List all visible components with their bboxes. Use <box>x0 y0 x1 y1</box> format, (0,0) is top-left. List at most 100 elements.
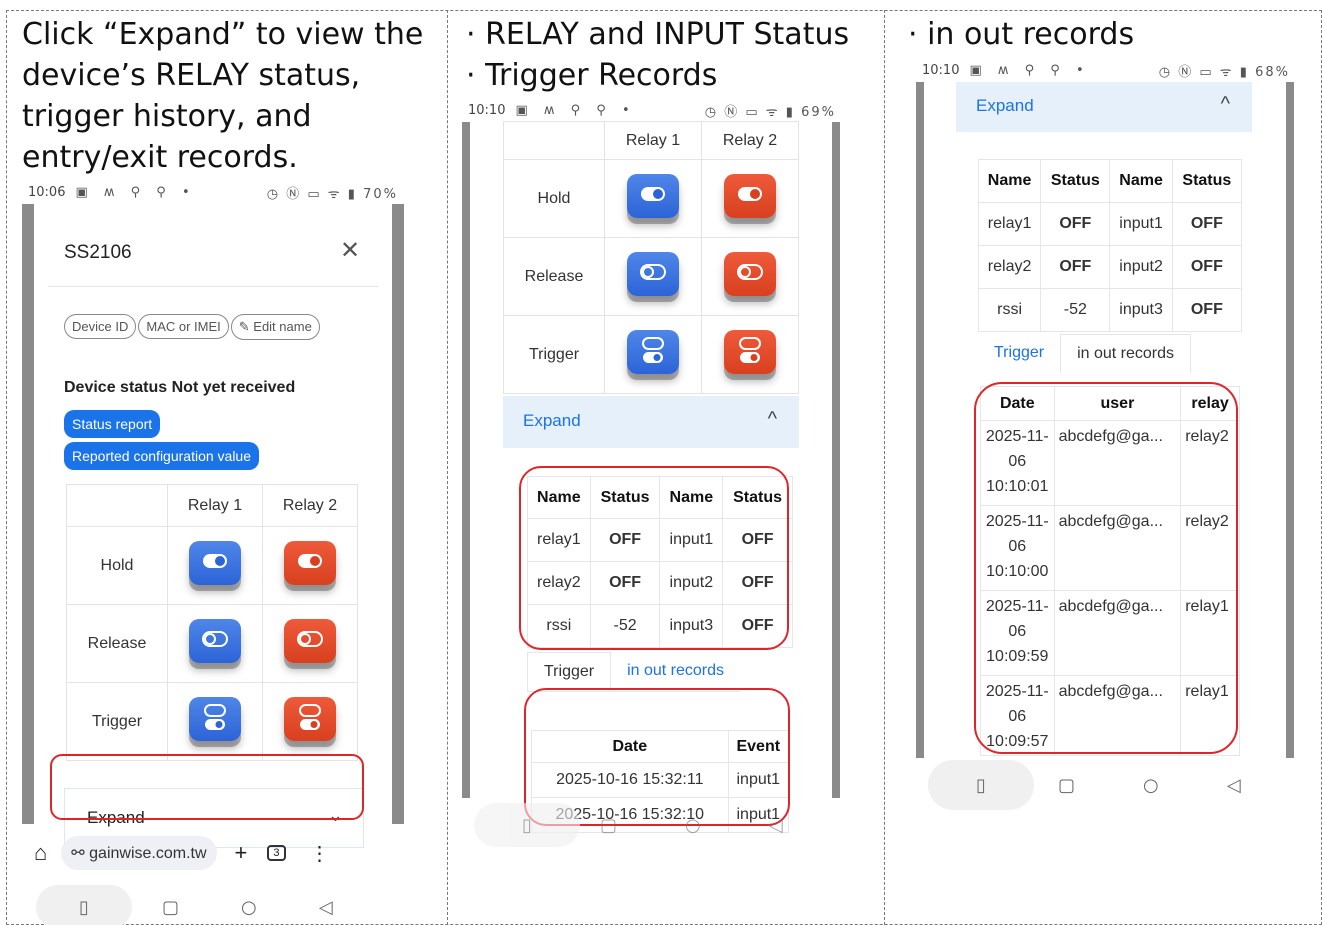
dialog-title: SS2106 <box>64 242 132 263</box>
phone-screenshot-3: 10:10 ▣ ʍ ⚲ ⚲ • ◷ Ⓝ ▭ ᯤ ▮ 68% Expand ^ N… <box>916 58 1296 818</box>
home-nav-icon[interactable]: ○ <box>241 897 257 918</box>
system-icons: ◷ Ⓝ ▭ ᯤ ▮ 70% <box>266 186 398 202</box>
expand-label: Expand <box>976 96 1034 115</box>
tab-in-out-records[interactable]: in out records <box>611 652 740 691</box>
home-nav-icon[interactable]: ○ <box>685 815 701 836</box>
status-report-label: Status report <box>64 410 161 438</box>
corner-cell <box>503 121 605 160</box>
toggle-on-icon <box>724 174 776 218</box>
relay-control-table: Relay 1 Relay 2 Hold Release Trigger <box>503 121 799 394</box>
device-dialog: SS2106 ✕ Device ID MAC or IMEI ✎ Edit name… <box>34 208 392 848</box>
status-cell: OFF <box>1040 202 1111 246</box>
status-time: 10:10 <box>922 62 960 78</box>
caption-right: · in out records <box>908 17 1135 52</box>
home-icon[interactable]: ⌂ <box>34 840 47 866</box>
tab-in-out-records[interactable]: in out records <box>1060 334 1192 373</box>
hold-relay1-button[interactable] <box>604 159 702 238</box>
backdrop <box>392 204 404 824</box>
relay-input-status-table: Name Status Name Status relay1 OFF input… <box>977 159 1243 332</box>
overview-icon[interactable]: ▢ <box>162 897 179 918</box>
recent-apps-pill[interactable]: ▯ <box>474 803 580 847</box>
row-label-hold: Hold <box>503 159 605 238</box>
status-cell: -52 <box>1040 288 1111 332</box>
toggle-pair-icon <box>284 697 336 741</box>
relay1-header: Relay 1 <box>604 121 702 160</box>
home-nav-icon[interactable]: ○ <box>1143 775 1159 796</box>
back-icon[interactable]: ◁ <box>319 897 333 918</box>
chevron-up-icon: ^ <box>1220 93 1230 115</box>
notification-icons: ▣ ʍ ⚲ ⚲ • <box>515 102 636 118</box>
row-label-hold: Hold <box>66 526 168 605</box>
system-nav-bar: ▯ ▢ ○ ◁ <box>36 884 356 925</box>
col-header: Status <box>1040 159 1111 203</box>
system-icons: ◷ Ⓝ ▭ ᯤ ▮ 68% <box>1158 64 1290 80</box>
url-bar[interactable]: ⚯ gainwise.com.tw <box>61 836 217 870</box>
status-cell: OFF <box>1171 245 1243 289</box>
tab-trigger[interactable]: Trigger <box>527 652 612 691</box>
device-id-chip[interactable]: Device ID <box>64 314 137 339</box>
site-settings-icon: ⚯ <box>71 845 90 862</box>
trigger-relay1-button[interactable] <box>167 682 263 761</box>
expand-accordion[interactable]: Expand ^ <box>503 396 799 448</box>
new-tab-icon[interactable]: + <box>235 840 248 866</box>
status-cell: OFF <box>1171 288 1243 332</box>
edit-name-chip[interactable]: ✎ Edit name <box>230 314 320 340</box>
chip-row: Device ID MAC or IMEI ✎ Edit name <box>64 314 322 340</box>
toggle-pair-icon <box>724 330 776 374</box>
hold-relay2-button[interactable] <box>262 526 358 605</box>
status-cell: input1 <box>1109 202 1173 246</box>
toggle-off-icon <box>189 619 241 663</box>
mac-imei-chip[interactable]: MAC or IMEI <box>138 314 229 339</box>
back-icon[interactable]: ◁ <box>769 815 783 836</box>
expand-accordion[interactable]: Expand ^ <box>956 82 1252 132</box>
caption-left: Click “Expand” to view the device’s RELA… <box>22 17 424 175</box>
trigger-relay2-button[interactable] <box>701 315 799 394</box>
release-relay2-button[interactable] <box>701 237 799 316</box>
browser-toolbar: ⌂ ⚯ gainwise.com.tw + 3 ⋮ <box>22 828 404 878</box>
status-cell: input2 <box>1109 245 1173 289</box>
back-icon[interactable]: ◁ <box>1227 775 1241 796</box>
reported-config-label: Reported configuration value <box>64 442 260 470</box>
corner-cell <box>66 484 168 527</box>
toggle-on-icon <box>189 541 241 585</box>
highlight-box <box>50 754 364 820</box>
trigger-relay1-button[interactable] <box>604 315 702 394</box>
records-tabs: Trigger in out records <box>527 652 741 692</box>
column-divider <box>447 10 448 925</box>
release-relay1-button[interactable] <box>604 237 702 316</box>
row-label-release: Release <box>66 604 168 683</box>
toggle-pair-icon <box>627 330 679 374</box>
phone-screenshot-2: 10:10 ▣ ʍ ⚲ ⚲ • ◷ Ⓝ ▭ ᯤ ▮ 69% Relay 1 Re… <box>462 98 842 858</box>
caption-middle-1: · RELAY and INPUT Status <box>466 17 850 52</box>
col-header: Name <box>1109 159 1173 203</box>
more-menu-icon[interactable]: ⋮ <box>310 841 330 866</box>
toggle-off-icon <box>284 619 336 663</box>
release-relay2-button[interactable] <box>262 604 358 683</box>
status-bar: 10:10 ▣ ʍ ⚲ ⚲ • ◷ Ⓝ ▭ ᯤ ▮ 69% <box>462 98 842 122</box>
status-cell: OFF <box>1171 202 1243 246</box>
overview-icon[interactable]: ▢ <box>600 815 617 836</box>
status-cell: input3 <box>1109 288 1173 332</box>
chevron-up-icon: ^ <box>767 408 777 430</box>
reported-config-button[interactable]: Reported configuration value <box>64 442 260 470</box>
tab-count-button[interactable]: 3 <box>267 845 286 861</box>
tab-trigger[interactable]: Trigger <box>978 334 1060 373</box>
status-report-button[interactable]: Status report <box>64 410 161 438</box>
close-icon[interactable]: ✕ <box>340 236 360 264</box>
notification-icons: ▣ ʍ ⚲ ⚲ • <box>969 62 1090 78</box>
battery-level: 69% <box>801 104 836 120</box>
recent-apps-pill[interactable]: ▯ <box>928 760 1034 810</box>
release-relay1-button[interactable] <box>167 604 263 683</box>
caption-middle-2: · Trigger Records <box>466 58 718 93</box>
col-header: Name <box>977 159 1042 203</box>
recent-apps-pill[interactable]: ▯ <box>36 885 132 925</box>
trigger-relay2-button[interactable] <box>262 682 358 761</box>
toggle-off-icon <box>724 252 776 296</box>
hold-relay2-button[interactable] <box>701 159 799 238</box>
backdrop <box>22 204 34 824</box>
relay-control-table: Relay 1 Relay 2 Hold Release Trigger <box>66 484 358 761</box>
col-header: Status <box>1171 159 1243 203</box>
overview-icon[interactable]: ▢ <box>1058 775 1075 796</box>
notification-icons: ▣ ʍ ⚲ ⚲ • <box>75 184 196 200</box>
hold-relay1-button[interactable] <box>167 526 263 605</box>
